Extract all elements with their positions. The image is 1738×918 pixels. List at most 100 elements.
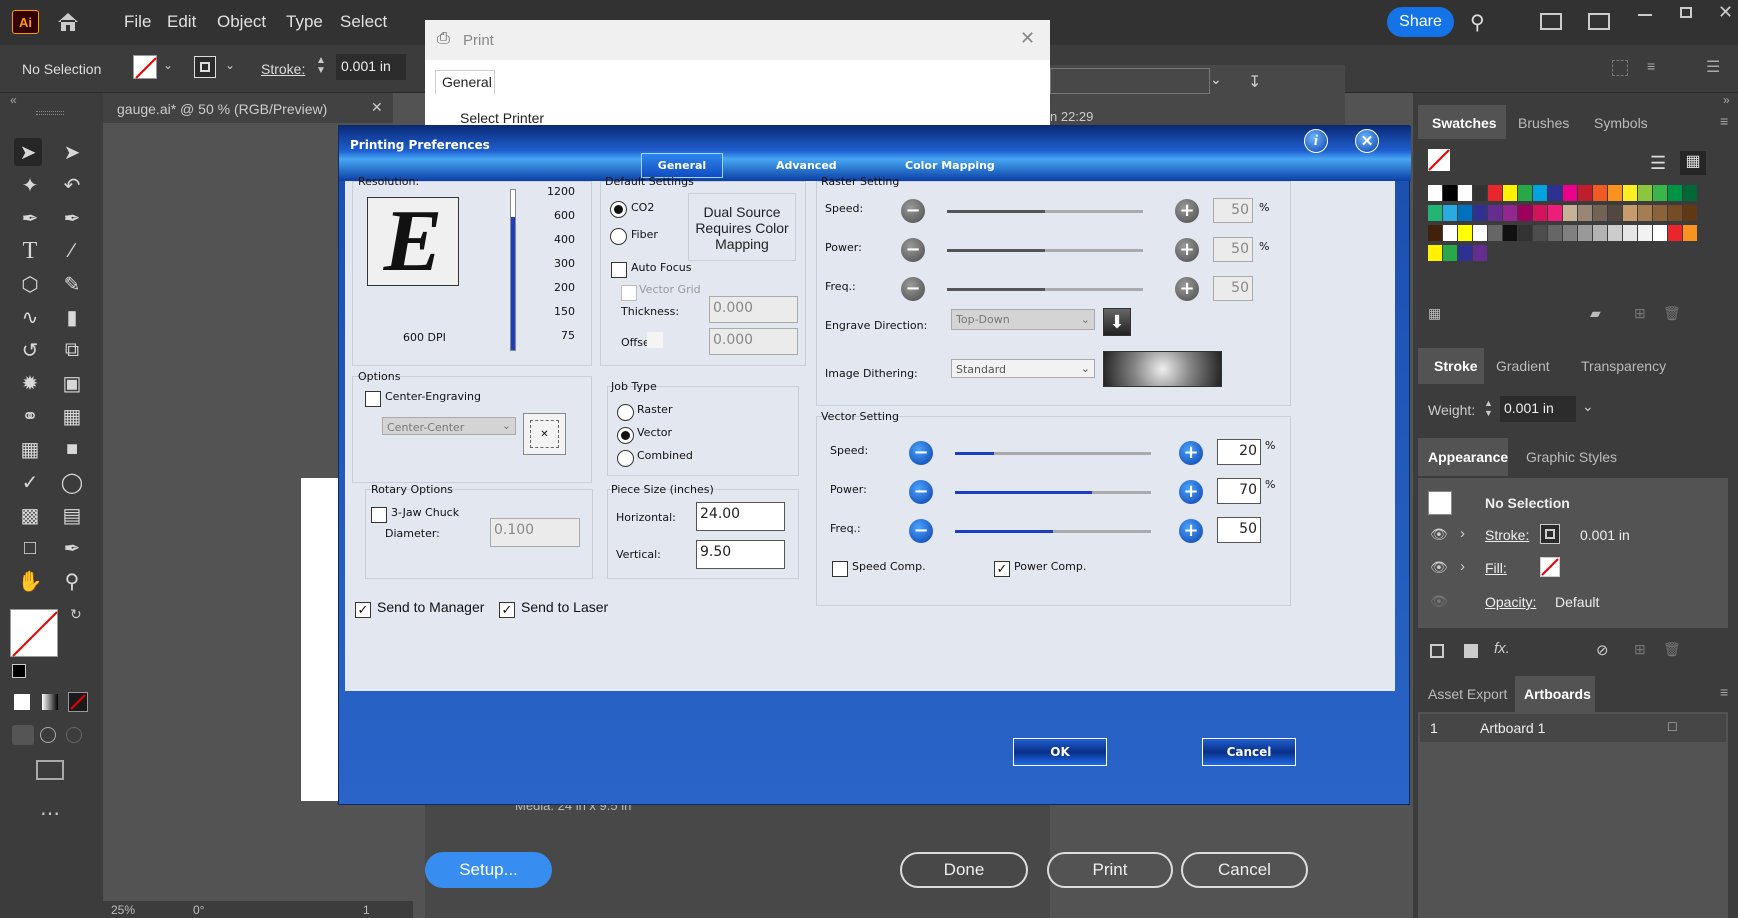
tab-advanced[interactable]: Advanced	[776, 159, 837, 172]
color-swatch[interactable]	[1653, 225, 1667, 241]
vector-power-decrease-icon[interactable]: −	[909, 480, 933, 504]
color-swatch[interactable]	[1458, 185, 1472, 201]
color-swatch[interactable]	[1533, 225, 1547, 241]
close-window-icon[interactable]: ✕	[1718, 2, 1733, 23]
document-tab[interactable]: gauge.ai* @ 50 % (RGB/Preview) ✕	[103, 93, 393, 125]
opacity-visibility-icon[interactable]: 👁	[1430, 593, 1448, 610]
color-swatch[interactable]	[1443, 245, 1457, 261]
color-swatch[interactable]	[1428, 205, 1442, 221]
co2-radio[interactable]	[610, 201, 627, 218]
home-icon[interactable]	[55, 9, 81, 35]
print-done-button[interactable]: Done	[900, 852, 1028, 888]
color-swatch[interactable]	[1653, 185, 1667, 201]
raster-freq-slider[interactable]	[947, 288, 1143, 291]
artboard-options-icon[interactable]: □	[1668, 718, 1676, 734]
speed-comp-checkbox[interactable]	[832, 561, 848, 577]
color-swatch[interactable]	[1548, 225, 1562, 241]
vector-speed-input[interactable]: 20	[1217, 439, 1261, 465]
curvature-tool-icon[interactable]: ✒	[58, 204, 86, 232]
prefs-ok-button[interactable]: OK	[1013, 738, 1107, 766]
raster-power-increase-icon[interactable]: +	[1175, 238, 1199, 262]
appearance-stroke-value[interactable]: 0.001 in	[1580, 527, 1630, 543]
vector-power-input[interactable]: 70	[1217, 478, 1261, 504]
color-swatch[interactable]	[1533, 205, 1547, 221]
center-engraving-checkbox[interactable]	[365, 391, 381, 407]
pen-tool-icon[interactable]: ✒	[16, 204, 44, 232]
puppet-warp-tool-icon[interactable]: ✹	[16, 369, 44, 397]
duplicate-item-icon[interactable]: ⊞	[1634, 641, 1646, 658]
rotate-tool-icon[interactable]: ↺	[16, 336, 44, 364]
delete-swatch-icon[interactable]: 🗑	[1663, 305, 1681, 322]
prefs-close-icon[interactable]: ✕	[1355, 129, 1379, 153]
swatch-fill-stroke-icon[interactable]	[1428, 149, 1450, 171]
vector-speed-slider[interactable]	[955, 452, 1151, 455]
horizontal-input[interactable]: 24.00	[696, 502, 785, 531]
new-swatch-icon[interactable]: ⊞	[1634, 305, 1646, 322]
share-button[interactable]: Share	[1387, 7, 1454, 37]
close-tab-icon[interactable]: ✕	[371, 99, 383, 116]
color-swatch[interactable]	[1548, 185, 1562, 201]
rotation-value[interactable]: 0°	[193, 903, 204, 917]
add-fill-icon[interactable]	[1464, 644, 1478, 658]
color-swatch[interactable]	[1638, 185, 1652, 201]
color-swatch[interactable]	[1683, 225, 1697, 241]
align-dropdown-icon[interactable]: ≡	[1647, 58, 1655, 74]
color-swatch[interactable]	[1488, 205, 1502, 221]
color-swatch[interactable]	[1593, 225, 1607, 241]
fiber-radio[interactable]	[610, 228, 627, 245]
resolution-slider[interactable]	[510, 189, 516, 351]
clear-appearance-icon[interactable]: ⊘	[1596, 641, 1609, 659]
appearance-fill-swatch[interactable]	[1540, 557, 1560, 577]
raster-freq-input[interactable]: 50	[1213, 276, 1253, 301]
weight-stepper[interactable]: ▲ ▼	[1484, 398, 1493, 418]
hand-tool-icon[interactable]: ✋	[16, 567, 44, 595]
fill-visibility-icon[interactable]: 👁	[1430, 559, 1448, 576]
artboard-tool-icon[interactable]: □	[16, 534, 44, 562]
eraser-tool-icon[interactable]: ▮	[58, 303, 86, 331]
shaper-tool-icon[interactable]: ∿	[16, 303, 44, 331]
fill-dropdown-icon[interactable]: ⌄	[163, 58, 173, 72]
raster-power-slider[interactable]	[947, 249, 1143, 252]
vector-radio[interactable]	[617, 427, 634, 444]
vector-grid-checkbox[interactable]	[621, 285, 637, 301]
color-swatch[interactable]	[1458, 245, 1472, 261]
menu-object[interactable]: Object	[217, 12, 266, 32]
stroke-weight-input[interactable]: 0.001 in	[336, 54, 406, 80]
collapse-toolbar-icon[interactable]: «	[10, 93, 17, 107]
screen-mode-icon[interactable]	[36, 760, 64, 780]
lasso-tool-icon[interactable]: ↶	[58, 171, 86, 199]
info-icon[interactable]: i	[1304, 129, 1328, 153]
color-swatch[interactable]	[1518, 185, 1532, 201]
tab-graphic-styles[interactable]: Graphic Styles	[1526, 449, 1617, 465]
color-swatch[interactable]	[1428, 185, 1442, 201]
maximize-icon[interactable]	[1680, 7, 1692, 18]
color-swatch[interactable]	[1623, 185, 1637, 201]
swap-colors-icon[interactable]: ↻	[70, 606, 82, 623]
raster-speed-increase-icon[interactable]: +	[1175, 199, 1199, 223]
tab-general-print[interactable]: General	[435, 70, 495, 94]
raster-power-decrease-icon[interactable]: −	[901, 238, 925, 262]
color-swatch[interactable]	[1473, 225, 1487, 241]
tab-color-mapping[interactable]: Color Mapping	[905, 159, 995, 172]
engrave-direction-select[interactable]: Top-Down ⌄	[951, 309, 1095, 330]
artboard-name[interactable]: Artboard 1	[1480, 720, 1545, 736]
color-swatch[interactable]	[1488, 185, 1502, 201]
add-stroke-icon[interactable]	[1430, 644, 1444, 658]
delete-item-icon[interactable]: 🗑	[1663, 641, 1681, 658]
appearance-fill-label[interactable]: Fill:	[1485, 560, 1507, 576]
color-swatch[interactable]	[1458, 205, 1472, 221]
color-swatch[interactable]	[1668, 205, 1682, 221]
send-to-manager-checkbox[interactable]: ✓	[355, 602, 371, 618]
print-cancel-button[interactable]: Cancel	[1181, 852, 1308, 888]
power-comp-checkbox[interactable]: ✓	[994, 561, 1010, 577]
print-setup-button[interactable]: Setup...	[425, 852, 552, 888]
color-swatch[interactable]	[1473, 205, 1487, 221]
thickness-input[interactable]: 0.000	[709, 296, 798, 323]
slice-tool-icon[interactable]: ✒	[58, 534, 86, 562]
vector-freq-decrease-icon[interactable]: −	[909, 519, 933, 543]
swatch-libraries-icon[interactable]: ▦	[1428, 305, 1441, 322]
color-swatch[interactable]	[1668, 185, 1682, 201]
color-swatch[interactable]	[1488, 225, 1502, 241]
raster-speed-slider[interactable]	[947, 210, 1143, 213]
weight-dropdown-icon[interactable]: ⌄	[1582, 398, 1594, 415]
